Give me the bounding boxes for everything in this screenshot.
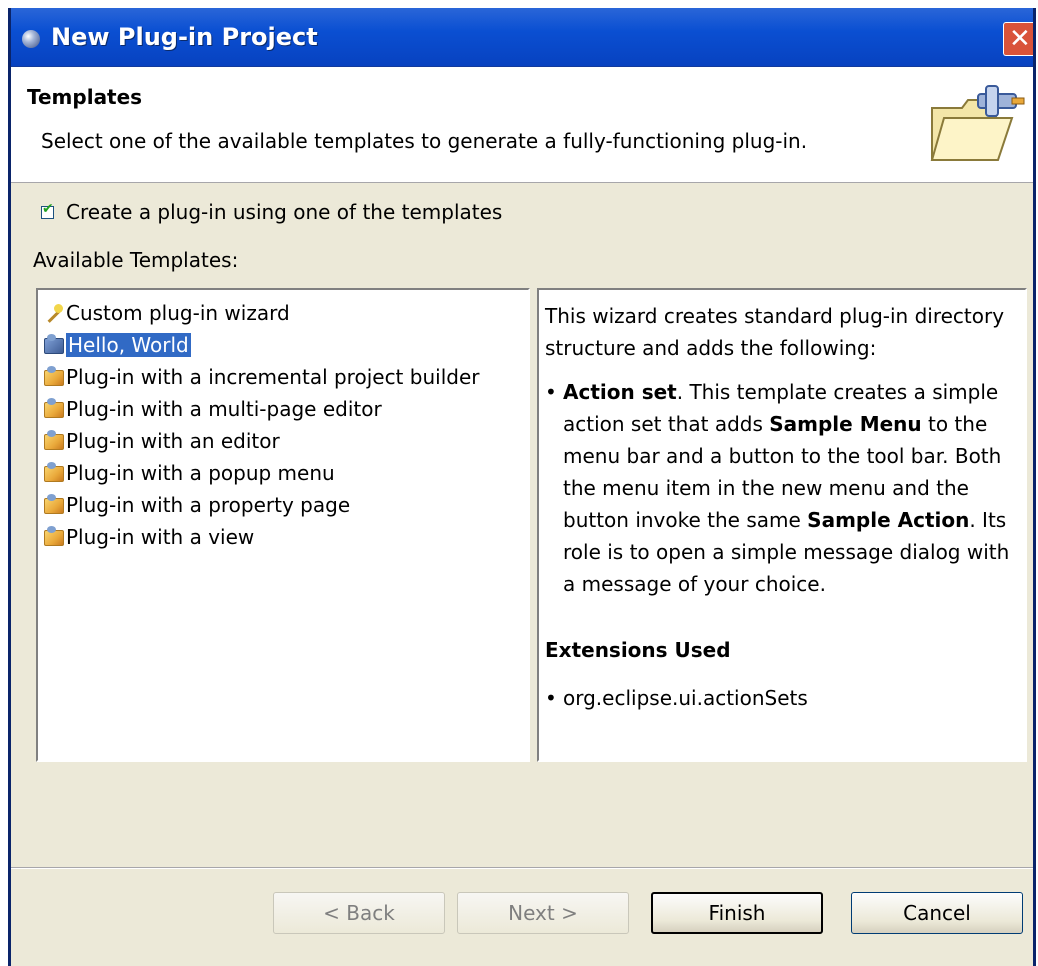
template-list[interactable]: Custom plug-in wizard Hello, World Plug-… (36, 288, 530, 762)
next-button[interactable]: Next > (457, 892, 629, 934)
close-button[interactable]: ✕ (1003, 22, 1033, 56)
list-item[interactable]: Plug-in with a popup menu (44, 458, 335, 488)
action-set-description: Action set. This template creates a simp… (563, 376, 1019, 600)
list-item-label: Custom plug-in wizard (66, 301, 290, 325)
sample-action-term: Sample Action (807, 508, 970, 532)
list-item-selected[interactable]: Hello, World (44, 330, 191, 360)
plugin-icon (44, 366, 64, 386)
plugin-icon (44, 526, 64, 546)
plugin-icon (44, 462, 64, 482)
create-from-template-label[interactable]: Create a plug-in using one of the templa… (66, 200, 502, 224)
available-templates-label: Available Templates: (33, 248, 239, 272)
list-item-label: Hello, World (66, 333, 191, 357)
extensions-heading: Extensions Used (545, 638, 731, 662)
list-item-label: Plug-in with a multi-page editor (66, 397, 382, 421)
wizard-wand-icon (44, 304, 64, 322)
button-bar-separator (11, 867, 1033, 869)
wizard-header: Templates Select one of the available te… (11, 67, 1033, 183)
list-item[interactable]: Plug-in with a view (44, 522, 254, 552)
plugin-icon (44, 334, 64, 354)
checkmark-icon: ✔ (42, 201, 54, 217)
list-item-label: Plug-in with a property page (66, 493, 351, 517)
list-item[interactable]: Plug-in with an editor (44, 426, 280, 456)
title-bar[interactable]: New Plug-in Project ✕ (11, 8, 1033, 67)
list-item-label: Plug-in with a popup menu (66, 461, 335, 485)
plugin-icon (44, 494, 64, 514)
bullet: • (545, 380, 557, 404)
template-description-panel: This wizard creates standard plug-in dir… (537, 288, 1027, 762)
back-button[interactable]: < Back (273, 892, 445, 934)
finish-button[interactable]: Finish (651, 892, 823, 934)
list-item[interactable]: Plug-in with a property page (44, 490, 350, 520)
create-from-template-checkbox[interactable]: ✔ (41, 201, 54, 219)
description-intro: This wizard creates standard plug-in dir… (545, 304, 1005, 360)
plugin-icon (44, 398, 64, 418)
cancel-button[interactable]: Cancel (851, 892, 1023, 934)
sample-menu-term: Sample Menu (769, 412, 922, 436)
eclipse-icon (22, 30, 40, 48)
new-plugin-project-dialog: New Plug-in Project ✕ Templates Select o… (8, 8, 1036, 966)
page-description: Select one of the available templates to… (41, 129, 808, 153)
new-plugin-folder-icon (930, 85, 1025, 161)
list-item[interactable]: Custom plug-in wizard (44, 298, 290, 328)
page-title: Templates (27, 85, 143, 109)
close-icon: ✕ (1009, 24, 1031, 54)
extension-item: org.eclipse.ui.actionSets (563, 686, 808, 710)
list-item-label: Plug-in with a incremental project build… (66, 365, 480, 389)
action-set-title: Action set (563, 380, 677, 404)
window-title: New Plug-in Project (51, 23, 318, 51)
list-item-label: Plug-in with a view (66, 525, 255, 549)
list-item[interactable]: Plug-in with a incremental project build… (44, 362, 479, 392)
bullet: • (545, 686, 557, 710)
plugin-icon (44, 430, 64, 450)
list-item[interactable]: Plug-in with a multi-page editor (44, 394, 382, 424)
list-item-label: Plug-in with an editor (66, 429, 280, 453)
